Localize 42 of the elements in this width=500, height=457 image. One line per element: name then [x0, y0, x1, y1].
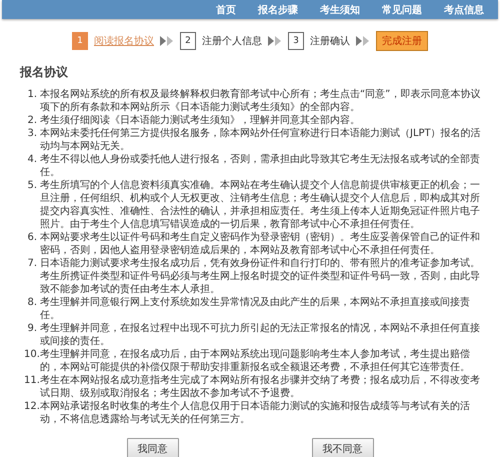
agree-button[interactable]: 我同意	[126, 438, 178, 457]
step-number: 3	[288, 32, 304, 50]
agreement-clause: 本网站承诺报名时收集的考生个人信息仅用于日本语能力测试的实施和报告成绩等与考试有关的活动，不将信息透露给与考试无关的任何第三方。	[40, 400, 471, 426]
clause-number: 4.	[26, 153, 38, 166]
step-label: 阅读报名协议	[94, 34, 154, 48]
nav-link[interactable]: 首页	[216, 2, 236, 16]
agreement-clause: 本报名网站系统的所有权及最终解释权归教育部考试中心所有；考生点击“同意”，即表示同意本协议项下的所有条款和本网站所示《日本语能力测试考生须知》的全部内容。	[40, 88, 482, 114]
agreement-clause: 考生在本网站报名成功意指考生完成了本网站所有报名步骤并交纳了考费；报名成功后，不得改变考试日期、级别或取消报名；考生因故不参加考试不予退费。	[40, 374, 481, 400]
chevron-icon	[160, 36, 174, 46]
step-number: 1	[72, 32, 88, 50]
nav-link[interactable]: 报名步骤	[258, 2, 298, 16]
agreement-clause: 考生所填写的个人信息资料须真实准确。本网站在考生确认提交个人信息前提供审核更正的机会；一旦注册，任何组织、机构或个人无权更改、注销考生信息；考生确认提交个人信息后，即构成其对所提交内容真实性、准确性、合法性的确认，并承担相应责任。考生须上传本人近期免冠证件照片电子照片。由于考生个人信息填写错误造成的一切后果，教育部考试中心不承担任何责任。	[40, 179, 481, 231]
agreement-clause: 考生不得以他人身份或委托他人进行报名，否则，需承担由此导致其它考生无法报名或考试的全部责任。	[40, 153, 481, 179]
section-title: 报名协议	[20, 64, 69, 81]
chevron-icon	[356, 36, 370, 46]
clause-number: 12.	[24, 400, 40, 413]
nav-link[interactable]: 考生须知	[320, 2, 360, 16]
clause-number: 1.	[26, 88, 38, 101]
agreement-clause: 考生理解并同意银行网上支付系统如发生异常情况及由此产生的后果，本网站不承担直接或间接责任。	[40, 296, 471, 322]
nav-link[interactable]: 考点信息	[444, 2, 484, 16]
step-label: 注册个人信息	[202, 34, 262, 48]
clause-number: 2.	[26, 114, 38, 127]
agreement-clause: 本网站要求考生以证件号码和考生自定义密码作为登录密钥（密钥）。考生应妥善保管自己的证件和密码，否则，因他人盗用登录密钥造成后果的，本网站及教育部考试中心不承担任何责任。	[40, 231, 481, 257]
clause-number: 3.	[26, 127, 38, 140]
step-label: 注册确认	[310, 34, 350, 48]
agreement-clause: 考生须仔细阅读《日本语能力测试考生须知》，理解并同意其全部内容。	[40, 114, 361, 127]
finish-step: 完成注册	[376, 31, 428, 51]
clause-number: 10.	[24, 348, 40, 361]
clause-number: 9.	[26, 322, 38, 335]
clause-number: 7.	[26, 257, 38, 270]
clause-number: 6.	[26, 231, 38, 244]
chevron-icon	[268, 36, 282, 46]
clause-number: 8.	[26, 296, 38, 309]
agreement-clause: 本网站未委托任何第三方提供报名服务，除本网站外任何宣称进行日本语能力测试（JLPT）报名的活动均与本网站无关。	[40, 127, 482, 153]
clause-number: 5.	[26, 179, 38, 192]
nav-link[interactable]: 常见问题	[382, 2, 422, 16]
agreement-clause: 考生理解并同意，在报名成功后，由于本网站系统出现问题影响考生本人参加考试，考生提出赔偿的，本网站可能提供的补偿仅限于帮助安排重新报名或全额退还考费，不承担任何其它连带责任。	[40, 348, 471, 374]
step-number: 2	[180, 32, 196, 50]
clause-number: 11.	[24, 374, 40, 387]
agree-button[interactable]: 我不同意	[312, 438, 374, 457]
agreement-clause: 考生理解并同意，在报名过程中出现不可抗力所引起的无法正常报名的情况，本网站不承担任何直接或间接的责任。	[40, 322, 481, 348]
agreement-clause: 日本语能力测试要求考生报名成功后，凭有效身份证件和自行打印的、带有照片的准考证参加考试。考生所携证件类型和证件号码必须与考生网上报名时提交的证件类型和证件号码一致，否则，由此导致不能参加考试的责任由考生本人承担。	[40, 257, 481, 296]
